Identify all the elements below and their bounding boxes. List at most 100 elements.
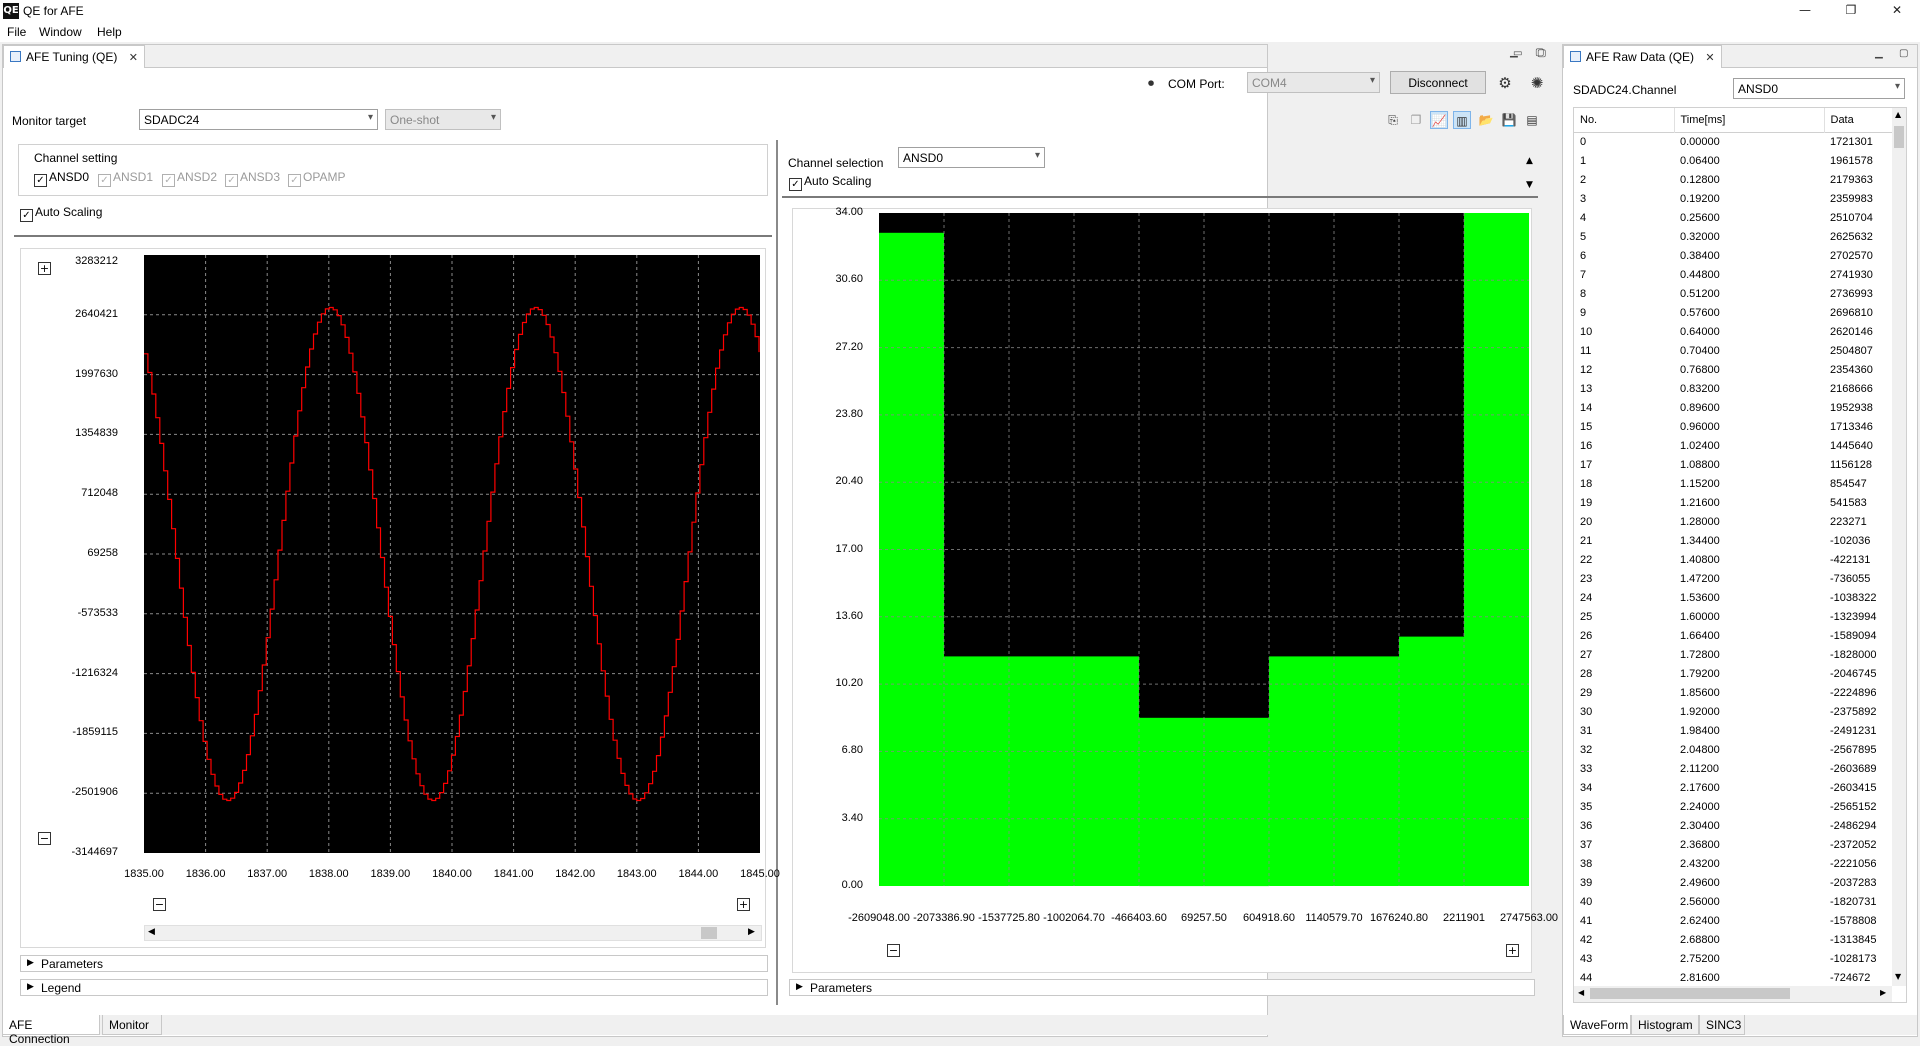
table-row[interactable]: 42 2.68800 -1313845 [1574,930,1892,949]
scroll-left-icon[interactable]: ◀ [1578,988,1584,997]
scroll-left-icon[interactable]: ◀ [148,927,155,937]
table-row[interactable]: 4 0.25600 2510704 [1574,208,1892,227]
disconnect-button[interactable]: Disconnect [1390,71,1486,94]
table-row[interactable]: 3 0.19200 2359983 [1574,189,1892,208]
tab-waveform[interactable]: WaveForm [1563,1015,1631,1035]
scroll-right-icon[interactable]: ▶ [1880,988,1886,997]
histogram-settings-scrollbar[interactable]: ▲ ▼ [1524,156,1538,194]
splitter[interactable] [14,235,772,237]
table-row[interactable]: 19 1.21600 541583 [1574,493,1892,512]
histogram-view-icon[interactable]: ▥ [1453,111,1471,129]
waveform-plot[interactable] [144,255,760,853]
table-row[interactable]: 18 1.15200 854547 [1574,474,1892,493]
scroll-down-icon[interactable]: ▼ [1526,180,1533,190]
scrollbar-thumb[interactable] [1590,988,1790,999]
checkbox-ansd1[interactable]: ✓ ANSD1 [98,170,153,187]
table-row[interactable]: 24 1.53600 -1038322 [1574,588,1892,607]
scrollbar-thumb[interactable] [1894,126,1904,148]
menu-file[interactable]: File [7,25,26,39]
table-row[interactable]: 35 2.24000 -2565152 [1574,797,1892,816]
gear-icon[interactable]: ⚙ [1496,74,1514,92]
raw-minimize-icon[interactable]: ▁ [1875,48,1883,59]
table-row[interactable]: 9 0.57600 2696810 [1574,303,1892,322]
table-row[interactable]: 36 2.30400 -2486294 [1574,816,1892,835]
close-tab-icon[interactable]: ✕ [1705,51,1714,64]
table-row[interactable]: 25 1.60000 -1323994 [1574,607,1892,626]
record-icon[interactable]: ⏺ [1142,74,1160,92]
table-row[interactable]: 6 0.38400 2702570 [1574,246,1892,265]
raw-vertical-scrollbar[interactable]: ▲ ▼ [1892,108,1906,986]
scroll-up-icon[interactable]: ▲ [1895,110,1901,119]
zoom-out-y-icon[interactable]: − [38,832,51,845]
table-row[interactable]: 7 0.44800 2741930 [1574,265,1892,284]
table-row[interactable]: 30 1.92000 -2375892 [1574,702,1892,721]
table-row[interactable]: 23 1.47200 -736055 [1574,569,1892,588]
scroll-down-icon[interactable]: ▼ [1895,972,1901,981]
com-port-select[interactable]: COM4 ▾ [1247,72,1380,93]
waveform-horizontal-scrollbar[interactable]: ◀ ▶ [144,925,762,941]
histogram-zoom-in-icon[interactable]: + [1506,944,1519,957]
menu-help[interactable]: Help [97,25,122,39]
table-row[interactable]: 41 2.62400 -1578808 [1574,911,1892,930]
histogram-channel-select[interactable]: ANSD0 ▾ [898,147,1045,168]
checkbox-ansd2[interactable]: ✓ ANSD2 [162,170,217,187]
table-row[interactable]: 20 1.28000 223271 [1574,512,1892,531]
table-row[interactable]: 29 1.85600 -2224896 [1574,683,1892,702]
table-row[interactable]: 1 0.06400 1961578 [1574,151,1892,170]
mode-select[interactable]: One-shot ▾ [385,109,501,130]
close-button[interactable]: ✕ [1874,0,1920,22]
tuning-minimize-icon[interactable]: ▁ [1510,47,1518,58]
table-row[interactable]: 37 2.36800 -2372052 [1574,835,1892,854]
histogram-auto-scaling-checkbox[interactable]: ✓ Auto Scaling [789,174,871,191]
monitor-target-select[interactable]: SDADC24 ▾ [139,109,378,130]
table-row[interactable]: 38 2.43200 -2221056 [1574,854,1892,873]
table-row[interactable]: 0 0.00000 1721301 [1574,132,1892,151]
tab-afe-raw-data[interactable]: AFE Raw Data (QE) ✕ [1563,45,1722,68]
table-row[interactable]: 10 0.64000 2620146 [1574,322,1892,341]
export-icon[interactable]: ⎘ [1384,111,1402,129]
table-row[interactable]: 34 2.17600 -2603415 [1574,778,1892,797]
checkbox-ansd0[interactable]: ✓ ANSD0 [34,170,89,187]
table-row[interactable]: 17 1.08800 1156128 [1574,455,1892,474]
table-row[interactable]: 2 0.12800 2179363 [1574,170,1892,189]
table-row[interactable]: 32 2.04800 -2567895 [1574,740,1892,759]
table-row[interactable]: 8 0.51200 2736993 [1574,284,1892,303]
checkbox-opamp[interactable]: ✓ OPAMP [288,170,345,187]
tab-monitor[interactable]: Monitor [102,1015,162,1035]
table-row[interactable]: 39 2.49600 -2037283 [1574,873,1892,892]
table-row[interactable]: 27 1.72800 -1828000 [1574,645,1892,664]
raw-horizontal-scrollbar[interactable]: ◀ ▶ [1574,986,1892,1002]
save-icon[interactable]: 💾 [1500,111,1518,129]
histogram-plot[interactable] [879,213,1529,903]
zoom-in-x-icon[interactable]: + [737,898,750,911]
raw-maximize-icon[interactable]: ▢ [1899,48,1908,59]
table-row[interactable]: 33 2.11200 -2603689 [1574,759,1892,778]
table-row[interactable]: 31 1.98400 -2491231 [1574,721,1892,740]
minimize-button[interactable]: — [1782,0,1828,22]
tab-afe-tuning[interactable]: AFE Tuning (QE) ✕ [3,45,145,68]
advanced-settings-icon[interactable]: ✺ [1528,74,1546,92]
table-row[interactable]: 21 1.34400 -102036 [1574,531,1892,550]
close-tab-icon[interactable]: ✕ [129,51,138,64]
menu-window[interactable]: Window [39,25,82,39]
tab-afe-connection[interactable]: AFE Connection [2,1015,100,1046]
table-row[interactable]: 22 1.40800 -422131 [1574,550,1892,569]
column-header-data[interactable]: Data [1824,108,1892,132]
scroll-up-icon[interactable]: ▲ [1526,156,1533,166]
tab-histogram[interactable]: Histogram [1631,1015,1699,1035]
table-row[interactable]: 15 0.96000 1713346 [1574,417,1892,436]
tuning-maximize-icon[interactable]: ▢ [1535,47,1544,58]
column-header-time[interactable]: Time[ms] [1674,108,1825,132]
tab-sinc3[interactable]: SINC3 [1699,1015,1745,1035]
table-row[interactable]: 40 2.56000 -1820731 [1574,892,1892,911]
raw-channel-select[interactable]: ANSD0 ▾ [1733,78,1905,99]
table-row[interactable]: 11 0.70400 2504807 [1574,341,1892,360]
table-row[interactable]: 43 2.75200 -1028173 [1574,949,1892,968]
table-row[interactable]: 5 0.32000 2625632 [1574,227,1892,246]
checkbox-ansd3[interactable]: ✓ ANSD3 [225,170,280,187]
table-row[interactable]: 13 0.83200 2168666 [1574,379,1892,398]
scroll-right-icon[interactable]: ▶ [748,927,755,937]
auto-scaling-checkbox[interactable]: ✓ Auto Scaling [20,205,102,222]
table-row[interactable]: 28 1.79200 -2046745 [1574,664,1892,683]
table-row[interactable]: 44 2.81600 -724672 [1574,968,1892,987]
